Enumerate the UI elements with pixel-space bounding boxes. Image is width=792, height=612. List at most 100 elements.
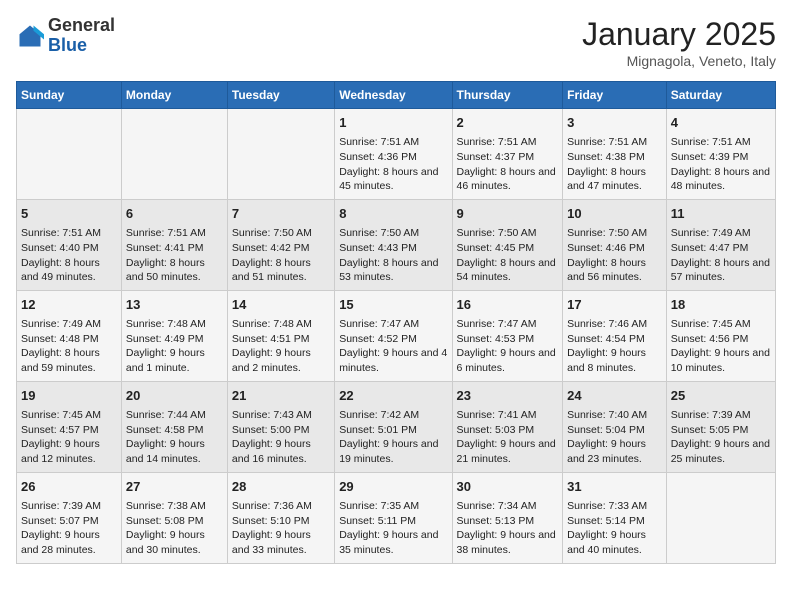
daylight-text: Daylight: 9 hours and 16 minutes.	[232, 437, 330, 466]
cell-content: 1Sunrise: 7:51 AMSunset: 4:36 PMDaylight…	[339, 114, 447, 194]
col-header-thursday: Thursday	[452, 82, 563, 109]
calendar-cell	[227, 109, 334, 200]
sunset-text: Sunset: 4:40 PM	[21, 241, 117, 256]
day-number: 2	[457, 114, 559, 132]
col-header-sunday: Sunday	[17, 82, 122, 109]
day-number: 23	[457, 387, 559, 405]
calendar-cell: 8Sunrise: 7:50 AMSunset: 4:43 PMDaylight…	[335, 199, 452, 290]
daylight-text: Daylight: 9 hours and 21 minutes.	[457, 437, 559, 466]
cell-content: 18Sunrise: 7:45 AMSunset: 4:56 PMDayligh…	[671, 296, 771, 376]
calendar-cell: 28Sunrise: 7:36 AMSunset: 5:10 PMDayligh…	[227, 472, 334, 563]
sunset-text: Sunset: 4:46 PM	[567, 241, 662, 256]
daylight-text: Daylight: 9 hours and 8 minutes.	[567, 346, 662, 375]
cell-content: 3Sunrise: 7:51 AMSunset: 4:38 PMDaylight…	[567, 114, 662, 194]
daylight-text: Daylight: 8 hours and 54 minutes.	[457, 256, 559, 285]
day-number: 13	[126, 296, 223, 314]
daylight-text: Daylight: 9 hours and 28 minutes.	[21, 528, 117, 557]
sunset-text: Sunset: 5:07 PM	[21, 514, 117, 529]
page-header: General Blue January 2025 Mignagola, Ven…	[16, 16, 776, 69]
sunrise-text: Sunrise: 7:36 AM	[232, 499, 330, 514]
daylight-text: Daylight: 9 hours and 4 minutes.	[339, 346, 447, 375]
sunset-text: Sunset: 5:00 PM	[232, 423, 330, 438]
day-number: 14	[232, 296, 330, 314]
sunset-text: Sunset: 4:37 PM	[457, 150, 559, 165]
daylight-text: Daylight: 9 hours and 12 minutes.	[21, 437, 117, 466]
sunrise-text: Sunrise: 7:42 AM	[339, 408, 447, 423]
calendar-cell: 22Sunrise: 7:42 AMSunset: 5:01 PMDayligh…	[335, 381, 452, 472]
sunrise-text: Sunrise: 7:50 AM	[339, 226, 447, 241]
cell-content: 13Sunrise: 7:48 AMSunset: 4:49 PMDayligh…	[126, 296, 223, 376]
daylight-text: Daylight: 8 hours and 53 minutes.	[339, 256, 447, 285]
day-number: 25	[671, 387, 771, 405]
calendar-cell: 6Sunrise: 7:51 AMSunset: 4:41 PMDaylight…	[121, 199, 227, 290]
sunrise-text: Sunrise: 7:50 AM	[232, 226, 330, 241]
daylight-text: Daylight: 8 hours and 57 minutes.	[671, 256, 771, 285]
daylight-text: Daylight: 9 hours and 40 minutes.	[567, 528, 662, 557]
daylight-text: Daylight: 9 hours and 19 minutes.	[339, 437, 447, 466]
sunrise-text: Sunrise: 7:51 AM	[126, 226, 223, 241]
sunrise-text: Sunrise: 7:48 AM	[232, 317, 330, 332]
sunrise-text: Sunrise: 7:43 AM	[232, 408, 330, 423]
day-number: 12	[21, 296, 117, 314]
sunrise-text: Sunrise: 7:51 AM	[457, 135, 559, 150]
cell-content: 7Sunrise: 7:50 AMSunset: 4:42 PMDaylight…	[232, 205, 330, 285]
cell-content: 22Sunrise: 7:42 AMSunset: 5:01 PMDayligh…	[339, 387, 447, 467]
col-header-friday: Friday	[563, 82, 667, 109]
sunrise-text: Sunrise: 7:51 AM	[21, 226, 117, 241]
daylight-text: Daylight: 8 hours and 59 minutes.	[21, 346, 117, 375]
cell-content: 5Sunrise: 7:51 AMSunset: 4:40 PMDaylight…	[21, 205, 117, 285]
sunrise-text: Sunrise: 7:33 AM	[567, 499, 662, 514]
sunset-text: Sunset: 4:56 PM	[671, 332, 771, 347]
calendar-cell: 13Sunrise: 7:48 AMSunset: 4:49 PMDayligh…	[121, 290, 227, 381]
day-number: 5	[21, 205, 117, 223]
day-number: 1	[339, 114, 447, 132]
day-number: 10	[567, 205, 662, 223]
title-block: January 2025 Mignagola, Veneto, Italy	[582, 16, 776, 69]
calendar-cell: 16Sunrise: 7:47 AMSunset: 4:53 PMDayligh…	[452, 290, 563, 381]
calendar-cell: 10Sunrise: 7:50 AMSunset: 4:46 PMDayligh…	[563, 199, 667, 290]
sunrise-text: Sunrise: 7:50 AM	[567, 226, 662, 241]
location: Mignagola, Veneto, Italy	[582, 53, 776, 69]
calendar-cell: 9Sunrise: 7:50 AMSunset: 4:45 PMDaylight…	[452, 199, 563, 290]
day-number: 11	[671, 205, 771, 223]
day-number: 31	[567, 478, 662, 496]
sunset-text: Sunset: 4:51 PM	[232, 332, 330, 347]
calendar-cell: 21 Sunrise: 7:43 AMSunset: 5:00 PMDayligh…	[227, 381, 334, 472]
col-header-monday: Monday	[121, 82, 227, 109]
cell-content: 26Sunrise: 7:39 AMSunset: 5:07 PMDayligh…	[21, 478, 117, 558]
month-title: January 2025	[582, 16, 776, 53]
sunset-text: Sunset: 5:14 PM	[567, 514, 662, 529]
sunset-text: Sunset: 4:47 PM	[671, 241, 771, 256]
day-number: 27	[126, 478, 223, 496]
day-number: 9	[457, 205, 559, 223]
cell-content: 21 Sunrise: 7:43 AMSunset: 5:00 PMDayligh…	[232, 387, 330, 467]
calendar-cell: 1Sunrise: 7:51 AMSunset: 4:36 PMDaylight…	[335, 109, 452, 200]
calendar-cell: 12Sunrise: 7:49 AMSunset: 4:48 PMDayligh…	[17, 290, 122, 381]
logo-blue: Blue	[48, 35, 87, 55]
daylight-text: Daylight: 9 hours and 38 minutes.	[457, 528, 559, 557]
calendar-cell: 23Sunrise: 7:41 AMSunset: 5:03 PMDayligh…	[452, 381, 563, 472]
sunset-text: Sunset: 5:04 PM	[567, 423, 662, 438]
sunset-text: Sunset: 4:42 PM	[232, 241, 330, 256]
sunset-text: Sunset: 4:39 PM	[671, 150, 771, 165]
day-number: 21	[232, 387, 330, 405]
daylight-text: Daylight: 9 hours and 6 minutes.	[457, 346, 559, 375]
cell-content: 9Sunrise: 7:50 AMSunset: 4:45 PMDaylight…	[457, 205, 559, 285]
sunset-text: Sunset: 4:54 PM	[567, 332, 662, 347]
day-number: 4	[671, 114, 771, 132]
day-number: 8	[339, 205, 447, 223]
sunrise-text: Sunrise: 7:48 AM	[126, 317, 223, 332]
calendar-cell: 5Sunrise: 7:51 AMSunset: 4:40 PMDaylight…	[17, 199, 122, 290]
logo-general: General	[48, 15, 115, 35]
day-number: 26	[21, 478, 117, 496]
sunrise-text: Sunrise: 7:47 AM	[339, 317, 447, 332]
daylight-text: Daylight: 8 hours and 51 minutes.	[232, 256, 330, 285]
cell-content: 8Sunrise: 7:50 AMSunset: 4:43 PMDaylight…	[339, 205, 447, 285]
week-row: 19Sunrise: 7:45 AMSunset: 4:57 PMDayligh…	[17, 381, 776, 472]
cell-content: 15Sunrise: 7:47 AMSunset: 4:52 PMDayligh…	[339, 296, 447, 376]
cell-content: 11Sunrise: 7:49 AMSunset: 4:47 PMDayligh…	[671, 205, 771, 285]
sunrise-text: Sunrise: 7:38 AM	[126, 499, 223, 514]
sunset-text: Sunset: 4:53 PM	[457, 332, 559, 347]
logo-text: General Blue	[48, 16, 115, 56]
col-header-tuesday: Tuesday	[227, 82, 334, 109]
